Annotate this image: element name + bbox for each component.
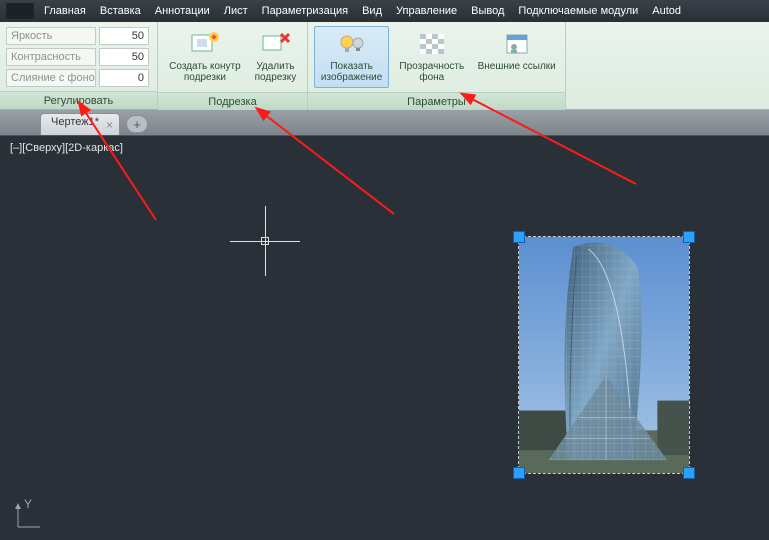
show-image-button[interactable]: Показать изображение <box>314 26 389 88</box>
panel-adjust-title: Регулировать <box>0 91 157 109</box>
fade-label: Слияние с фоном <box>6 69 96 87</box>
xref-button[interactable]: Внешние ссылки <box>474 26 559 88</box>
create-clip-label2: подрезки <box>184 72 226 83</box>
create-clip-label1: Создать конутр <box>169 61 241 72</box>
show-image-label2: изображение <box>321 72 382 83</box>
grip-top-right[interactable] <box>684 232 694 242</box>
menu-view[interactable]: Вид <box>362 5 382 17</box>
menu-autodesk[interactable]: Autod <box>652 5 681 17</box>
xref-label1: Внешние ссылки <box>478 61 556 72</box>
close-icon[interactable]: × <box>106 118 113 132</box>
delete-clip-label1: Удалить <box>256 61 294 72</box>
tab-drawing1[interactable]: Чертеж1* × <box>40 113 120 135</box>
brightness-label: Яркость <box>6 27 96 45</box>
menu-home[interactable]: Главная <box>44 5 86 17</box>
menu-annotations[interactable]: Аннотации <box>155 5 210 17</box>
panel-clip-title: Подрезка <box>158 92 307 110</box>
app-logo-icon[interactable] <box>6 3 34 19</box>
delete-clip-label2: подрезку <box>255 72 297 83</box>
panel-clip: Создать конутр подрезки Удалить подрезку… <box>158 22 308 109</box>
show-image-label1: Показать <box>330 61 373 72</box>
ribbon: Яркость 50 Контрасность 50 Слияние с фон… <box>0 22 769 110</box>
viewport-label[interactable]: [–][Сверху][2D-каркас] <box>10 142 123 154</box>
menu-bar: Главная Вставка Аннотации Лист Параметри… <box>0 0 769 22</box>
panel-adjust: Яркость 50 Контрасность 50 Слияние с фон… <box>0 22 158 109</box>
create-clip-icon <box>189 31 221 57</box>
transparency-icon <box>416 31 448 57</box>
contrast-input[interactable]: 50 <box>99 48 149 66</box>
panel-options-title: Параметры <box>308 92 565 110</box>
transparency-button[interactable]: Прозрачность фона <box>393 26 470 88</box>
ucs-icon[interactable]: Y <box>14 501 44 534</box>
grip-bottom-left[interactable] <box>514 468 524 478</box>
grip-top-left[interactable] <box>514 232 524 242</box>
menu-insert[interactable]: Вставка <box>100 5 141 17</box>
menu-output[interactable]: Вывод <box>471 5 504 17</box>
menu-manage[interactable]: Управление <box>396 5 457 17</box>
menu-sheet[interactable]: Лист <box>224 5 248 17</box>
contrast-label: Контрасность <box>6 48 96 66</box>
bulb-icon <box>336 31 368 57</box>
building-photo <box>519 237 689 473</box>
ucs-y-label: Y <box>24 497 32 511</box>
menu-parametrization[interactable]: Параметризация <box>262 5 348 17</box>
fade-input[interactable]: 0 <box>99 69 149 87</box>
delete-clip-icon <box>259 31 291 57</box>
brightness-input[interactable]: 50 <box>99 27 149 45</box>
xref-icon <box>501 31 533 57</box>
grip-bottom-right[interactable] <box>684 468 694 478</box>
create-clip-button[interactable]: Создать конутр подрезки <box>164 26 246 88</box>
document-tab-bar: Чертеж1* × + <box>0 110 769 136</box>
tab-drawing1-label: Чертеж1* <box>51 116 99 128</box>
new-tab-button[interactable]: + <box>126 115 148 133</box>
delete-clip-button[interactable]: Удалить подрезку <box>250 26 301 88</box>
inserted-image[interactable] <box>518 236 690 474</box>
drawing-viewport[interactable]: [–][Сверху][2D-каркас] <box>0 136 769 540</box>
transparency-label2: фона <box>419 72 444 83</box>
transparency-label1: Прозрачность <box>399 61 464 72</box>
menu-plugins[interactable]: Подключаемые модули <box>518 5 638 17</box>
panel-options: Показать изображение Прозрачнос <box>308 22 566 109</box>
